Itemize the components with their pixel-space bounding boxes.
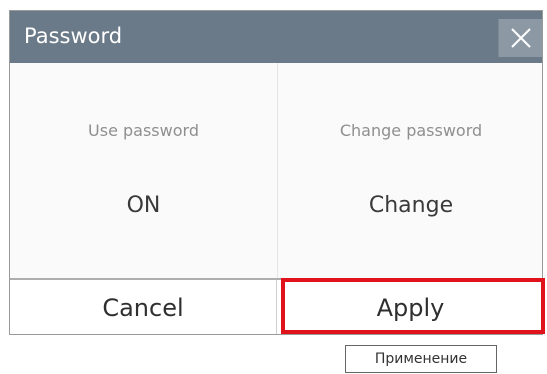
use-password-option[interactable]: Use password ON [10, 63, 277, 278]
use-password-value: ON [126, 193, 161, 218]
change-password-option[interactable]: Change password Change [277, 63, 542, 278]
use-password-label: Use password [88, 121, 199, 140]
close-button[interactable] [498, 19, 542, 57]
password-dialog: Password Use password ON Change password… [9, 10, 543, 335]
dialog-title: Password [24, 24, 123, 48]
screenshot-stage: Password Use password ON Change password… [0, 0, 547, 374]
apply-button[interactable]: Apply [277, 280, 542, 334]
change-password-label: Change password [339, 121, 483, 140]
cancel-button[interactable]: Cancel [10, 280, 277, 334]
options-area: Use password ON Change password Change [10, 63, 542, 278]
apply-callout-label: Применение [345, 345, 497, 373]
close-icon [511, 28, 531, 48]
dialog-titlebar: Password [10, 11, 542, 63]
change-password-value: Change [368, 193, 454, 218]
dialog-footer: Cancel Apply [10, 278, 542, 334]
